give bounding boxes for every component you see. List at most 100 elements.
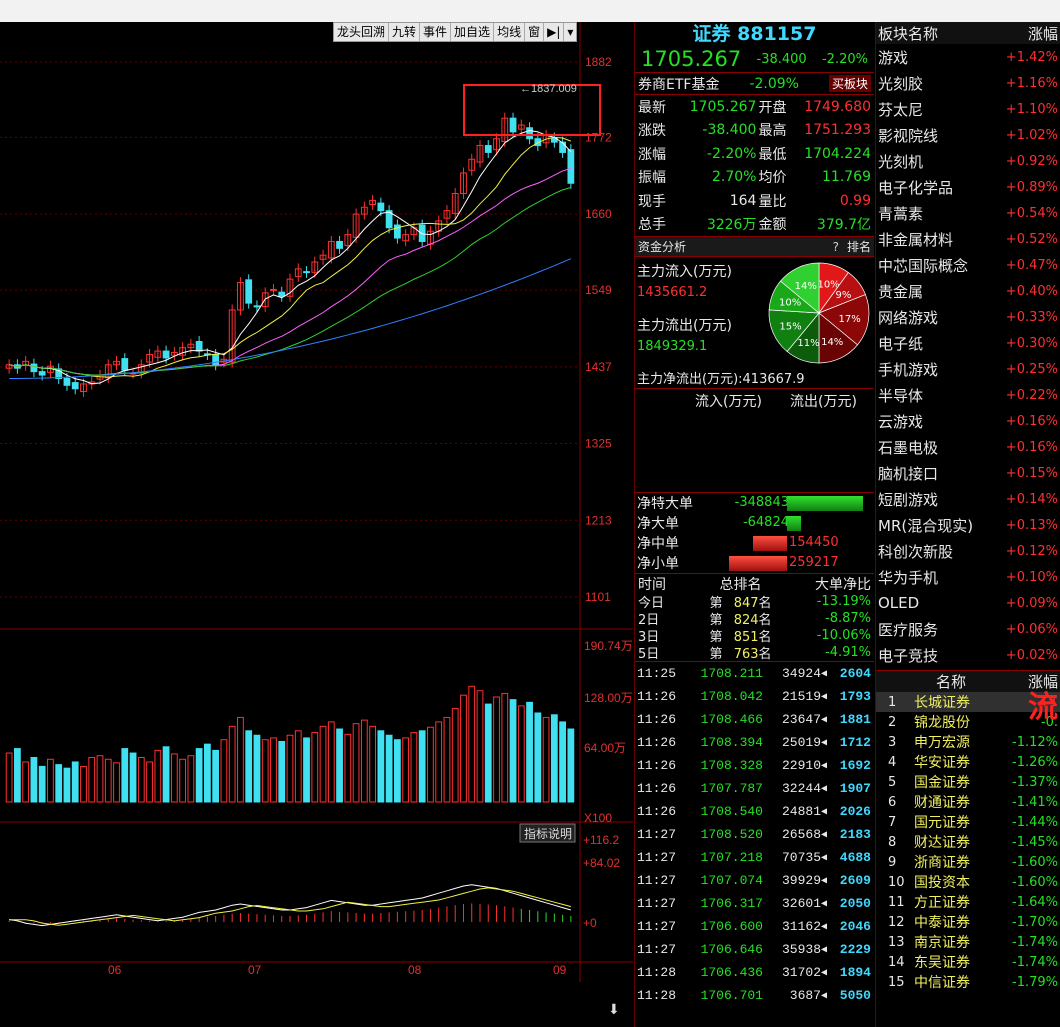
sector-row[interactable]: 石墨电极 +0.16% [876, 434, 1060, 460]
stock-col-name[interactable]: 名称 [936, 671, 966, 692]
stock-name: 方正证券 [914, 895, 970, 911]
candle-body [526, 127, 533, 140]
sector-row[interactable]: 影视院线 +1.02% [876, 122, 1060, 148]
sector-name: 青蒿素 [878, 204, 924, 223]
fund-analysis-title: 资金分析 [638, 240, 687, 254]
toolbar-window[interactable]: 窗 [525, 23, 545, 41]
tick-time: 11:28 [637, 965, 677, 980]
stock-row[interactable]: 10 国投资本 -1.60% [876, 872, 1060, 892]
tick-row: 11:25 1708.211 34924 ◀ 2604 [635, 662, 874, 685]
pie-label: 10% [779, 298, 801, 309]
sector-row[interactable]: 贵金属 +0.40% [876, 278, 1060, 304]
stock-row[interactable]: 6 财通证券 -1.41% [876, 792, 1060, 812]
toolbar-events[interactable]: 事件 [420, 23, 452, 41]
quote-label: 涨幅 [638, 146, 666, 163]
tick-list[interactable]: 11:25 1708.211 34924 ◀ 2604 11:26 1708.042 2151… [635, 661, 874, 1007]
toolbar-play[interactable]: ▶| [544, 23, 565, 41]
toolbar-add-watch[interactable]: 加自选 [451, 23, 495, 41]
sector-row[interactable]: 手机游戏 +0.25% [876, 356, 1060, 382]
sector-col-name[interactable]: 板块名称 [878, 23, 938, 44]
stock-row[interactable]: 3 申万宏源 -1.12% [876, 732, 1060, 752]
stock-row[interactable]: 13 南京证券 -1.74% [876, 932, 1060, 952]
volume-bar [451, 708, 459, 803]
sector-row[interactable]: 医疗服务 +0.06% [876, 616, 1060, 642]
toolbar-dropdown[interactable]: ▾ [564, 23, 576, 41]
sector-row[interactable]: 非金属材料 +0.52% [876, 226, 1060, 252]
help-icon[interactable]: ? [833, 240, 839, 254]
main-outflow-value: 1849329.1 [637, 339, 708, 354]
stock-row[interactable]: 15 中信证券 -1.79% [876, 972, 1060, 992]
sector-name: 短剧游戏 [878, 490, 939, 509]
candle-body [253, 305, 261, 308]
tick-time: 11:27 [637, 942, 677, 957]
stock-change: -1.79% [1012, 974, 1058, 990]
indicator-button-label: 指标说明 [524, 826, 572, 841]
constituent-list[interactable]: 1 长城证券 +1 2 锦龙股份 -0. 3 申万宏源 -1.12% 4 华安证券 -1.26% 5 国金… [876, 692, 1060, 992]
rank-button[interactable]: 排名 [847, 240, 871, 254]
sector-row[interactable]: 芬太尼 +1.10% [876, 96, 1060, 122]
stock-index: 14 [888, 954, 905, 970]
stock-row[interactable]: 4 华安证券 -1.26% [876, 752, 1060, 772]
sector-col-change[interactable]: 涨幅 [1028, 23, 1058, 44]
quote-row: 现手 164 量比 0.99 [635, 189, 874, 213]
toolbar-ma[interactable]: 均线 [494, 23, 526, 41]
tick-row: 11:27 1706.317 32601 ◀ 2050 [635, 892, 874, 915]
stock-row[interactable]: 9 浙商证券 -1.60% [876, 852, 1060, 872]
net-order-value: 154450 [789, 535, 839, 550]
buy-sector-button[interactable]: 买板块 [828, 75, 871, 92]
sector-row[interactable]: 脑机接口 +0.15% [876, 460, 1060, 486]
quote-label: 最新 [638, 99, 666, 116]
tick-count: 2604 [839, 666, 871, 681]
sector-row[interactable]: 中芯国际概念 +0.47% [876, 252, 1060, 278]
toolbar-longtou[interactable]: 龙头回溯 [334, 23, 390, 41]
etf-label[interactable]: 券商ETF基金 [638, 74, 719, 94]
stock-row[interactable]: 12 中泰证券 -1.70% [876, 912, 1060, 932]
sector-row[interactable]: 青蒿素 +0.54% [876, 200, 1060, 226]
stock-row[interactable]: 7 国元证券 -1.44% [876, 812, 1060, 832]
candle-body [270, 288, 277, 291]
quote-row: 涨幅 -2.20% 最低 1704.224 [635, 142, 874, 166]
toolbar-jiuzhuan[interactable]: 九转 [389, 23, 421, 41]
volume-bar [5, 752, 13, 803]
sector-row[interactable]: 半导体 +0.22% [876, 382, 1060, 408]
tick-arrow-icon: ◀ [821, 783, 828, 795]
sector-row[interactable]: 云游戏 +0.16% [876, 408, 1060, 434]
kline-chart[interactable]: 1882 1772 1660 1549 1437 1325 1213 1101 ←1837.00… [0, 22, 633, 1027]
stock-row[interactable]: 5 国金证券 -1.37% [876, 772, 1060, 792]
sector-row[interactable]: MR(混合现实) +0.13% [876, 512, 1060, 538]
sector-row[interactable]: 光刻机 +0.92% [876, 148, 1060, 174]
sector-row[interactable]: 网络游戏 +0.33% [876, 304, 1060, 330]
sector-row[interactable]: 光刻胶 +1.16% [876, 70, 1060, 96]
sector-row[interactable]: 电子化学品 +0.89% [876, 174, 1060, 200]
sector-row[interactable]: 华为手机 +0.10% [876, 564, 1060, 590]
sector-row[interactable]: 电子纸 +0.30% [876, 330, 1060, 356]
sector-change: +0.14% [1005, 491, 1058, 507]
sector-name: 证券 881157 [692, 23, 817, 45]
sector-name: 半导体 [878, 386, 924, 405]
tick-time: 11:27 [637, 827, 677, 842]
tick-price: 1707.074 [700, 873, 763, 888]
stock-row[interactable]: 14 东吴证券 -1.74% [876, 952, 1060, 972]
quote-row: 涨跌 -38.400 最高 1751.293 [635, 119, 874, 143]
sector-list[interactable]: 游戏 +1.42% 光刻胶 +1.16% 芬太尼 +1.10% 影视院线 +1.02% 光刻机 +… [876, 44, 1060, 668]
stock-row[interactable]: 8 财达证券 -1.45% [876, 832, 1060, 852]
sector-name: 电子纸 [878, 334, 924, 353]
sector-row[interactable]: 科创次新股 +0.12% [876, 538, 1060, 564]
tick-arrow-icon: ◀ [821, 990, 828, 1002]
tick-volume: 22910 [781, 758, 821, 773]
net-order-bar-holder: 154450 [699, 535, 871, 551]
volume-bar [22, 761, 30, 803]
sector-change: +0.09% [1005, 595, 1058, 611]
kline-chart-panel[interactable]: 1882 1772 1660 1549 1437 1325 1213 1101 ←1837.00… [0, 22, 633, 1027]
sector-row[interactable]: 电子竞技 +0.02% [876, 642, 1060, 668]
stock-row[interactable]: 11 方正证券 -1.64% [876, 892, 1060, 912]
tick-time: 11:27 [637, 919, 677, 934]
rank-ratio: -10.06% [816, 628, 871, 643]
sector-row[interactable]: OLED +0.09% [876, 590, 1060, 616]
main-inflow-value: 1435661.2 [637, 285, 708, 300]
rank-position: 第 763名 [710, 643, 790, 662]
sector-row[interactable]: 短剧游戏 +0.14% [876, 486, 1060, 512]
volume-bar [402, 737, 410, 803]
sector-row[interactable]: 游戏 +1.42% [876, 44, 1060, 70]
stock-name: 财达证券 [914, 835, 970, 851]
